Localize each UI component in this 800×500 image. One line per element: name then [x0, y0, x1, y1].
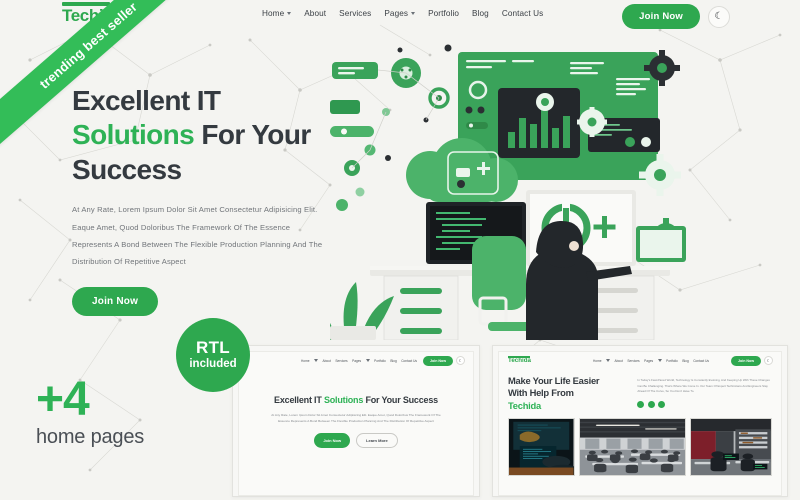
- preview-right-logo[interactable]: Techida: [508, 356, 531, 364]
- home-pages-count: +4: [36, 373, 90, 426]
- preview-right-paragraph: In Today's Fast-Paced World, Technology …: [637, 378, 770, 394]
- hero-join-now-button[interactable]: Join Now: [72, 286, 159, 316]
- preview-right-nav-services[interactable]: Services: [627, 359, 639, 363]
- preview-right-hero: Make Your Life Easier With Help From Tec…: [499, 369, 781, 412]
- preview-right-frame: Techida Home About Services Pages Portfo…: [498, 351, 782, 496]
- preview-right-gallery: [499, 412, 781, 477]
- preview-left-paragraph: At Any Rate, Lorem Ipsum Dolor Sit Amet …: [271, 413, 441, 424]
- preview-left-heading: Excellent IT Solutions For Your Success: [239, 395, 473, 405]
- home-pages-label: home pages: [36, 426, 145, 449]
- preview-left-nav-blog[interactable]: Blog: [390, 359, 396, 363]
- nav-item-home[interactable]: Home: [262, 9, 292, 18]
- chevron-down-icon: [287, 12, 292, 15]
- preview-left-navbar: Home About Services Pages Portfolio Blog…: [239, 352, 473, 369]
- nav-item-about[interactable]: About: [304, 9, 326, 18]
- feature-dot-icon: [637, 400, 645, 408]
- preview-left-nav-links: Home About Services Pages Portfolio Blog…: [301, 359, 417, 363]
- chevron-down-icon: [657, 359, 662, 362]
- preview-left-heading-b: For Your Success: [363, 395, 438, 405]
- home-pages-counter: +4 home pages: [36, 373, 145, 449]
- rtl-included-badge: RTL included: [176, 318, 250, 392]
- chevron-down-icon: [314, 359, 319, 362]
- gallery-thumb-developer-at-terminal[interactable]: [508, 418, 575, 477]
- preview-right-logo-text: Techida: [508, 356, 531, 364]
- preview-right-navbar: Techida Home About Services Pages Portfo…: [499, 352, 781, 369]
- chevron-down-icon: [606, 359, 611, 362]
- moon-icon[interactable]: ☾: [456, 356, 465, 365]
- preview-right-nav-pages[interactable]: Pages: [644, 359, 653, 363]
- nav-links: Home About Services Pages Portfolio Blog…: [262, 9, 543, 18]
- preview-right-nav-home[interactable]: Home: [593, 359, 602, 363]
- hero-title-line1: Excellent IT: [72, 85, 221, 116]
- preview-right-heading-accent: Techida: [508, 399, 541, 411]
- preview-left-nav-home[interactable]: Home: [301, 359, 310, 363]
- hero-title-accent: Solutions: [72, 119, 195, 151]
- page-title: Excellent IT Solutions For Your Success: [72, 84, 332, 187]
- preview-right-heading-line2: With Help From: [508, 387, 574, 399]
- moon-icon[interactable]: ☾: [708, 5, 730, 28]
- preview-right-nav-actions: Join Now ☾: [731, 355, 773, 366]
- hero-title-line3: Success: [72, 153, 182, 185]
- feature-dot-icon: [647, 400, 655, 408]
- preview-right-heading-block: Make Your Life Easier With Help From Tec…: [508, 375, 627, 412]
- moon-icon[interactable]: ☾: [764, 356, 773, 365]
- preview-left-join-now-button[interactable]: Join Now: [314, 433, 351, 449]
- preview-left-frame: Home About Services Pages Portfolio Blog…: [238, 351, 474, 496]
- it-workspace-illustration: [330, 44, 686, 340]
- nav-item-pages-label: Pages: [384, 9, 409, 18]
- nav-item-portfolio[interactable]: Portfolio: [428, 9, 459, 18]
- rtl-badge-subtitle: included: [189, 358, 237, 371]
- feature-dot-icon: [658, 400, 666, 408]
- preview-card-left[interactable]: Home About Services Pages Portfolio Blog…: [232, 345, 480, 497]
- hero-preview-page: Techida Home About Services Pages Portfo…: [0, 0, 800, 500]
- nav-actions: Join Now ☾: [622, 4, 730, 29]
- nav-item-blog[interactable]: Blog: [472, 9, 489, 18]
- nav-item-contact-us[interactable]: Contact Us: [502, 9, 544, 18]
- gallery-thumb-workstation-night[interactable]: [690, 418, 772, 477]
- preview-right-nav-contact[interactable]: Contact Us: [693, 359, 709, 363]
- preview-right-heading: Make Your Life Easier With Help From Tec…: [508, 375, 627, 412]
- preview-left-buttons: Join Now Learn More: [239, 433, 473, 449]
- join-now-button[interactable]: Join Now: [622, 4, 700, 29]
- preview-left-heading-accent: Solutions: [323, 395, 364, 405]
- nav-item-pages[interactable]: Pages: [384, 9, 416, 18]
- hero-title-line2: For Your: [194, 119, 311, 151]
- preview-right-heading-line1: Make Your Life Easier: [508, 375, 600, 386]
- preview-right-nav-portfolio[interactable]: Portfolio: [666, 359, 678, 363]
- preview-right-copy-block: In Today's Fast-Paced World, Technology …: [637, 375, 772, 412]
- preview-left-nav-pages[interactable]: Pages: [352, 359, 361, 363]
- preview-left-nav-actions: Join Now ☾: [423, 355, 465, 366]
- gallery-thumb-open-plan-office[interactable]: [578, 418, 687, 477]
- hero-paragraph: At Any Rate, Lorem Ipsum Dolor Sit Amet …: [72, 205, 323, 267]
- preview-right-feature-dots: [637, 400, 772, 408]
- preview-left-nav-contact[interactable]: Contact Us: [401, 359, 417, 363]
- preview-right-nav-about[interactable]: About: [615, 359, 623, 363]
- preview-left-heading-a: Excellent IT: [274, 395, 324, 405]
- preview-card-right[interactable]: Techida Home About Services Pages Portfo…: [492, 345, 788, 497]
- rtl-badge-title: RTL: [196, 338, 230, 358]
- preview-left-nav-services[interactable]: Services: [335, 359, 347, 363]
- preview-left-learn-more-button[interactable]: Learn More: [356, 433, 398, 449]
- chevron-down-icon: [365, 359, 370, 362]
- nav-item-services[interactable]: Services: [339, 9, 371, 18]
- hero-section: Excellent IT Solutions For Your Success …: [72, 84, 332, 316]
- chevron-down-icon: [411, 12, 416, 15]
- preview-right-nav-blog[interactable]: Blog: [682, 359, 688, 363]
- preview-left-nav-portfolio[interactable]: Portfolio: [374, 359, 386, 363]
- preview-left-nav-about[interactable]: About: [323, 359, 331, 363]
- preview-right-join-button[interactable]: Join Now: [731, 355, 761, 366]
- nav-item-home-label: Home: [262, 9, 285, 18]
- preview-left-hero: Excellent IT Solutions For Your Success …: [239, 369, 473, 449]
- preview-left-join-button[interactable]: Join Now: [423, 355, 453, 366]
- preview-right-nav-links: Home About Services Pages Portfolio Blog…: [593, 359, 709, 363]
